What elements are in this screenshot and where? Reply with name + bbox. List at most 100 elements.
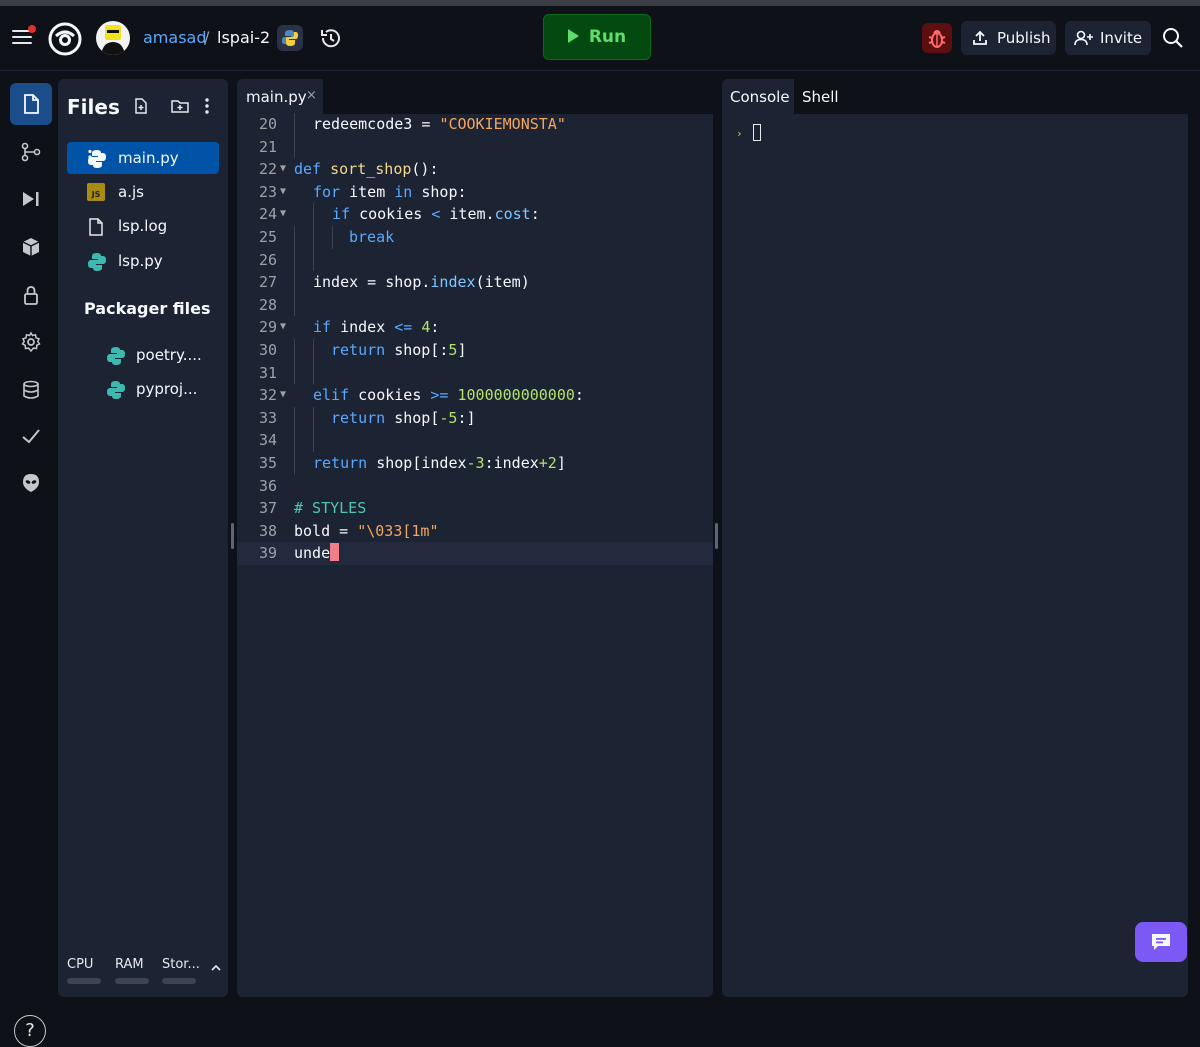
resource-usage[interactable]: CPU RAM Stor... xyxy=(58,957,228,997)
file-item-main-py[interactable]: main.py xyxy=(67,142,219,174)
code-area[interactable]: 20 redeemcode3 = "COOKIEMONSTA" 21 22 ▼ def… xyxy=(237,113,713,565)
notification-dot xyxy=(28,25,36,33)
code-line: 36 xyxy=(237,475,713,498)
extension-tool-button[interactable] xyxy=(10,462,52,504)
debugger-tool-button[interactable] xyxy=(10,178,52,220)
new-file-icon[interactable] xyxy=(132,97,150,115)
packager-file-poetry[interactable]: poetry.... xyxy=(106,342,218,370)
files-editor-resize-handle[interactable] xyxy=(231,523,234,549)
files-panel: Files main.py JS a.js lsp.log lsp.py Pac… xyxy=(58,79,228,997)
cpu-bar xyxy=(67,978,101,984)
python-file-icon xyxy=(107,347,125,365)
more-options-icon[interactable] xyxy=(204,97,210,115)
invite-button[interactable]: Invite xyxy=(1065,21,1151,55)
settings-tool-button[interactable] xyxy=(10,321,52,363)
python-language-icon[interactable] xyxy=(277,25,303,51)
file-name: lsp.py xyxy=(118,252,163,270)
run-button[interactable]: Run xyxy=(543,14,651,60)
git-tool-button[interactable] xyxy=(10,131,52,173)
replit-logo-icon[interactable] xyxy=(48,22,82,56)
storage-label: Stor... xyxy=(162,957,200,972)
close-icon[interactable]: × xyxy=(306,88,317,103)
left-tool-rail: ? xyxy=(0,71,58,1047)
javascript-file-icon: JS xyxy=(87,183,105,201)
line-number: 34 xyxy=(258,431,277,450)
code-line: 29 ▼ if index <= 4: xyxy=(237,316,713,339)
username-link[interactable]: amasad xyxy=(143,28,207,47)
console-prompt: › xyxy=(736,127,743,140)
help-button[interactable]: ? xyxy=(14,1015,46,1047)
line-number: 39 xyxy=(258,544,277,563)
line-number: 21 xyxy=(258,137,277,156)
chat-button[interactable] xyxy=(1135,922,1187,962)
tab-label: Console xyxy=(730,88,790,106)
fold-icon[interactable]: ▼ xyxy=(280,158,286,181)
python-file-icon xyxy=(107,381,125,399)
new-folder-icon[interactable] xyxy=(170,97,190,115)
packager-files-title: Packager files xyxy=(84,299,211,318)
line-number: 37 xyxy=(258,499,277,518)
line-number: 28 xyxy=(258,295,277,314)
cpu-label: CPU xyxy=(67,957,94,972)
fold-icon[interactable]: ▼ xyxy=(280,316,286,339)
avatar[interactable] xyxy=(96,21,130,55)
file-name: main.py xyxy=(118,149,179,167)
add-user-icon xyxy=(1074,30,1093,46)
line-number: 26 xyxy=(258,250,277,269)
tab-label: main.py xyxy=(246,88,307,106)
code-line: 31 xyxy=(237,361,713,385)
repl-name[interactable]: lspai-2 xyxy=(217,28,270,47)
packages-tool-button[interactable] xyxy=(10,226,52,268)
file-options-icon[interactable] xyxy=(87,149,93,165)
debugger-button[interactable] xyxy=(922,23,952,53)
editor-console-resize-handle[interactable] xyxy=(715,523,718,549)
code-line: 22 ▼ def sort_shop(): xyxy=(237,158,713,181)
code-line: 30 return shop[:5] xyxy=(237,338,713,362)
line-number: 30 xyxy=(258,340,277,359)
code-line: 26 xyxy=(237,248,713,272)
history-icon[interactable] xyxy=(318,25,344,51)
window-right-edge xyxy=(1192,71,1200,1002)
files-title: Files xyxy=(67,95,120,119)
file-item-lsp-py[interactable]: lsp.py xyxy=(67,245,219,277)
line-number: 35 xyxy=(258,453,277,472)
breadcrumb-separator: / xyxy=(204,28,210,47)
line-number: 33 xyxy=(258,408,277,427)
package-icon xyxy=(22,238,40,256)
packager-file-pyproject[interactable]: pyproj... xyxy=(106,376,218,404)
database-icon xyxy=(23,380,39,399)
file-item-lsp-log[interactable]: lsp.log xyxy=(67,210,219,242)
code-line: 35 return shop[index-3:index+2] xyxy=(237,451,713,475)
code-line: 33 return shop[-5:] xyxy=(237,406,713,430)
lock-icon xyxy=(24,286,38,305)
current-code-line: 39 unde xyxy=(237,542,713,565)
tab-main-py[interactable]: main.py × xyxy=(237,79,323,114)
ram-bar xyxy=(115,978,149,984)
storage-bar xyxy=(162,978,196,984)
python-file-icon xyxy=(88,253,106,271)
database-tool-button[interactable] xyxy=(10,369,52,411)
files-tool-button[interactable] xyxy=(10,83,52,125)
fold-icon[interactable]: ▼ xyxy=(280,203,286,226)
tab-shell[interactable]: Shell xyxy=(794,79,854,114)
menu-icon[interactable] xyxy=(12,25,36,46)
file-name: a.js xyxy=(118,183,144,201)
publish-button[interactable]: Publish xyxy=(961,21,1056,55)
line-number: 23 xyxy=(258,182,277,201)
tab-console[interactable]: Console xyxy=(722,79,794,114)
file-item-a-js[interactable]: JS a.js xyxy=(67,176,219,208)
fold-icon[interactable]: ▼ xyxy=(280,181,286,204)
code-line: 38 bold = "\033[1m" xyxy=(237,520,713,543)
file-icon xyxy=(89,218,103,236)
console-panel: Console Shell › xyxy=(722,79,1188,997)
secrets-tool-button[interactable] xyxy=(10,274,52,316)
search-icon[interactable] xyxy=(1160,25,1186,51)
code-line: 20 redeemcode3 = "COOKIEMONSTA" xyxy=(237,113,713,136)
console-cursor[interactable] xyxy=(753,124,761,141)
tests-tool-button[interactable] xyxy=(10,415,52,457)
fold-icon[interactable]: ▼ xyxy=(280,384,286,407)
line-number: 24 xyxy=(258,205,277,224)
bug-icon xyxy=(928,30,946,48)
packager-file-name: pyproj... xyxy=(136,380,198,398)
chevron-up-icon[interactable] xyxy=(210,963,222,973)
